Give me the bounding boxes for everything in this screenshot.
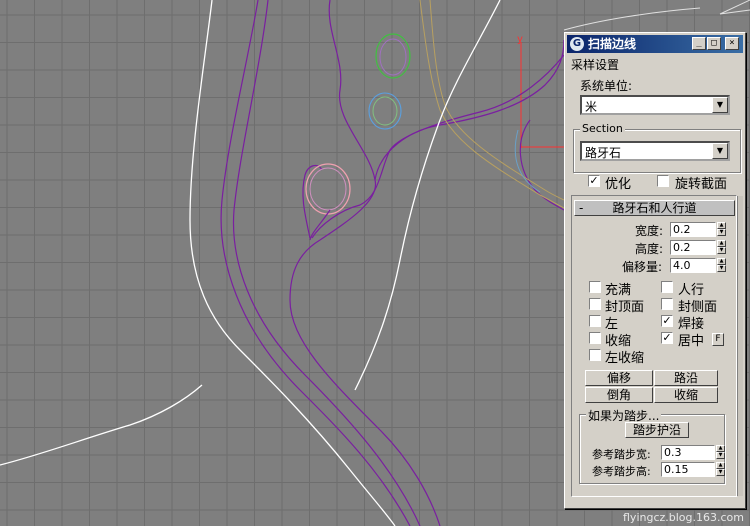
shrink-button[interactable]: 收缩 <box>654 387 718 403</box>
spinner-up-icon[interactable]: ▲ <box>717 240 726 247</box>
road-edge-curve-top <box>374 39 565 181</box>
scrollbar[interactable] <box>737 196 743 496</box>
section-dropdown[interactable]: 路牙石 ▼ <box>580 141 730 161</box>
left-shrink-label: 左收缩 <box>605 351 645 366</box>
width-spinner[interactable]: 0.2 ▲ ▼ <box>670 222 728 237</box>
spinner-up-icon[interactable]: ▲ <box>716 445 725 452</box>
blue-circle-inner <box>372 96 398 126</box>
close-button[interactable]: × <box>725 37 739 50</box>
cap-top-checkbox[interactable] <box>589 298 601 310</box>
units-value: 米 <box>585 100 598 114</box>
spinner-down-icon[interactable]: ▼ <box>716 469 725 476</box>
curb-line-3 <box>514 129 541 193</box>
curb-line-1 <box>419 0 565 209</box>
section-label: Section <box>580 122 625 135</box>
step-width-label: 参考踏步宽: <box>592 448 651 461</box>
height-input[interactable]: 0.2 <box>670 240 716 255</box>
step-edge-button[interactable]: 踏步护沿 <box>625 422 689 438</box>
pink-circle <box>305 163 351 215</box>
road-edge-curve-ring <box>302 164 323 239</box>
blue-circle <box>368 92 402 130</box>
shrink-checkbox[interactable] <box>589 332 601 344</box>
step-width-spinner[interactable]: 0.3 ▲ ▼ <box>661 445 728 460</box>
height-spinner[interactable]: 0.2 ▲ ▼ <box>670 240 728 255</box>
3ds-max-logo-icon: G <box>570 37 584 51</box>
spinner-down-icon[interactable]: ▼ <box>717 229 726 236</box>
menu-sampling-settings[interactable]: 采样设置 <box>571 56 619 73</box>
chevron-down-icon[interactable]: ▼ <box>712 97 728 113</box>
minimize-button[interactable]: _ <box>692 37 706 50</box>
title-bar[interactable]: G 扫描边线 _ □ × <box>567 35 743 53</box>
y-axis-label: y <box>517 34 523 45</box>
rollout-title: 路牙石和人行道 <box>612 201 697 215</box>
maximize-button[interactable]: □ <box>707 37 721 50</box>
chamfer-button[interactable]: 倒角 <box>585 387 653 403</box>
walk-checkbox[interactable] <box>661 281 673 293</box>
chevron-down-icon[interactable]: ▼ <box>712 143 728 159</box>
spinner-down-icon[interactable]: ▼ <box>716 452 725 459</box>
green-circle <box>375 33 411 79</box>
offset-input[interactable]: 4.0 <box>670 258 716 273</box>
step-height-spinner[interactable]: 0.15 ▲ ▼ <box>661 462 728 477</box>
step-width-input[interactable]: 0.3 <box>661 445 715 460</box>
spinner-down-icon[interactable]: ▼ <box>717 265 726 272</box>
spinner-up-icon[interactable]: ▲ <box>717 258 726 265</box>
step-height-label: 参考踏步高: <box>592 465 651 478</box>
path-button[interactable]: 路沿 <box>654 370 718 386</box>
optimize-checkbox[interactable]: ✓ <box>588 175 600 187</box>
curb-line-2 <box>429 0 565 201</box>
units-label: 系统单位: <box>580 79 633 93</box>
center-checkbox[interactable]: ✓ <box>661 332 673 344</box>
step-height-input[interactable]: 0.15 <box>661 462 715 477</box>
offset-button[interactable]: 偏移 <box>585 370 653 386</box>
pink-circle-inner <box>309 167 347 211</box>
spinner-up-icon[interactable]: ▲ <box>717 222 726 229</box>
center-label: 居中 <box>678 334 705 349</box>
weld-checkbox[interactable]: ✓ <box>661 315 673 327</box>
white-line-right <box>354 0 501 391</box>
height-label: 高度: <box>635 242 664 256</box>
f-button[interactable]: F <box>712 333 724 346</box>
left-checkbox[interactable] <box>589 315 601 327</box>
window-title: 扫描边线 <box>588 37 637 51</box>
fill-checkbox[interactable] <box>589 281 601 293</box>
rotate-section-label: 旋转截面 <box>675 177 728 192</box>
rollout-header[interactable]: - 路牙石和人行道 <box>574 200 735 216</box>
sweep-edge-panel: G 扫描边线 _ □ × 采样设置 系统单位: 米 ▼ Section 路牙石 … <box>564 32 746 509</box>
spinner-up-icon[interactable]: ▲ <box>716 462 725 469</box>
left-shrink-checkbox[interactable] <box>589 349 601 361</box>
cap-side-checkbox[interactable] <box>661 298 673 310</box>
units-dropdown[interactable]: 米 ▼ <box>580 95 730 115</box>
offset-label: 偏移量: <box>622 260 663 274</box>
width-input[interactable]: 0.2 <box>670 222 716 237</box>
watermark: flyingcz.blog.163.com <box>623 511 744 524</box>
offset-spinner[interactable]: 4.0 ▲ ▼ <box>670 258 728 273</box>
width-label: 宽度: <box>635 224 664 238</box>
section-value: 路牙石 <box>585 146 622 160</box>
rotate-section-checkbox[interactable] <box>657 175 669 187</box>
optimize-label: 优化 <box>605 177 632 192</box>
spinner-down-icon[interactable]: ▼ <box>717 247 726 254</box>
